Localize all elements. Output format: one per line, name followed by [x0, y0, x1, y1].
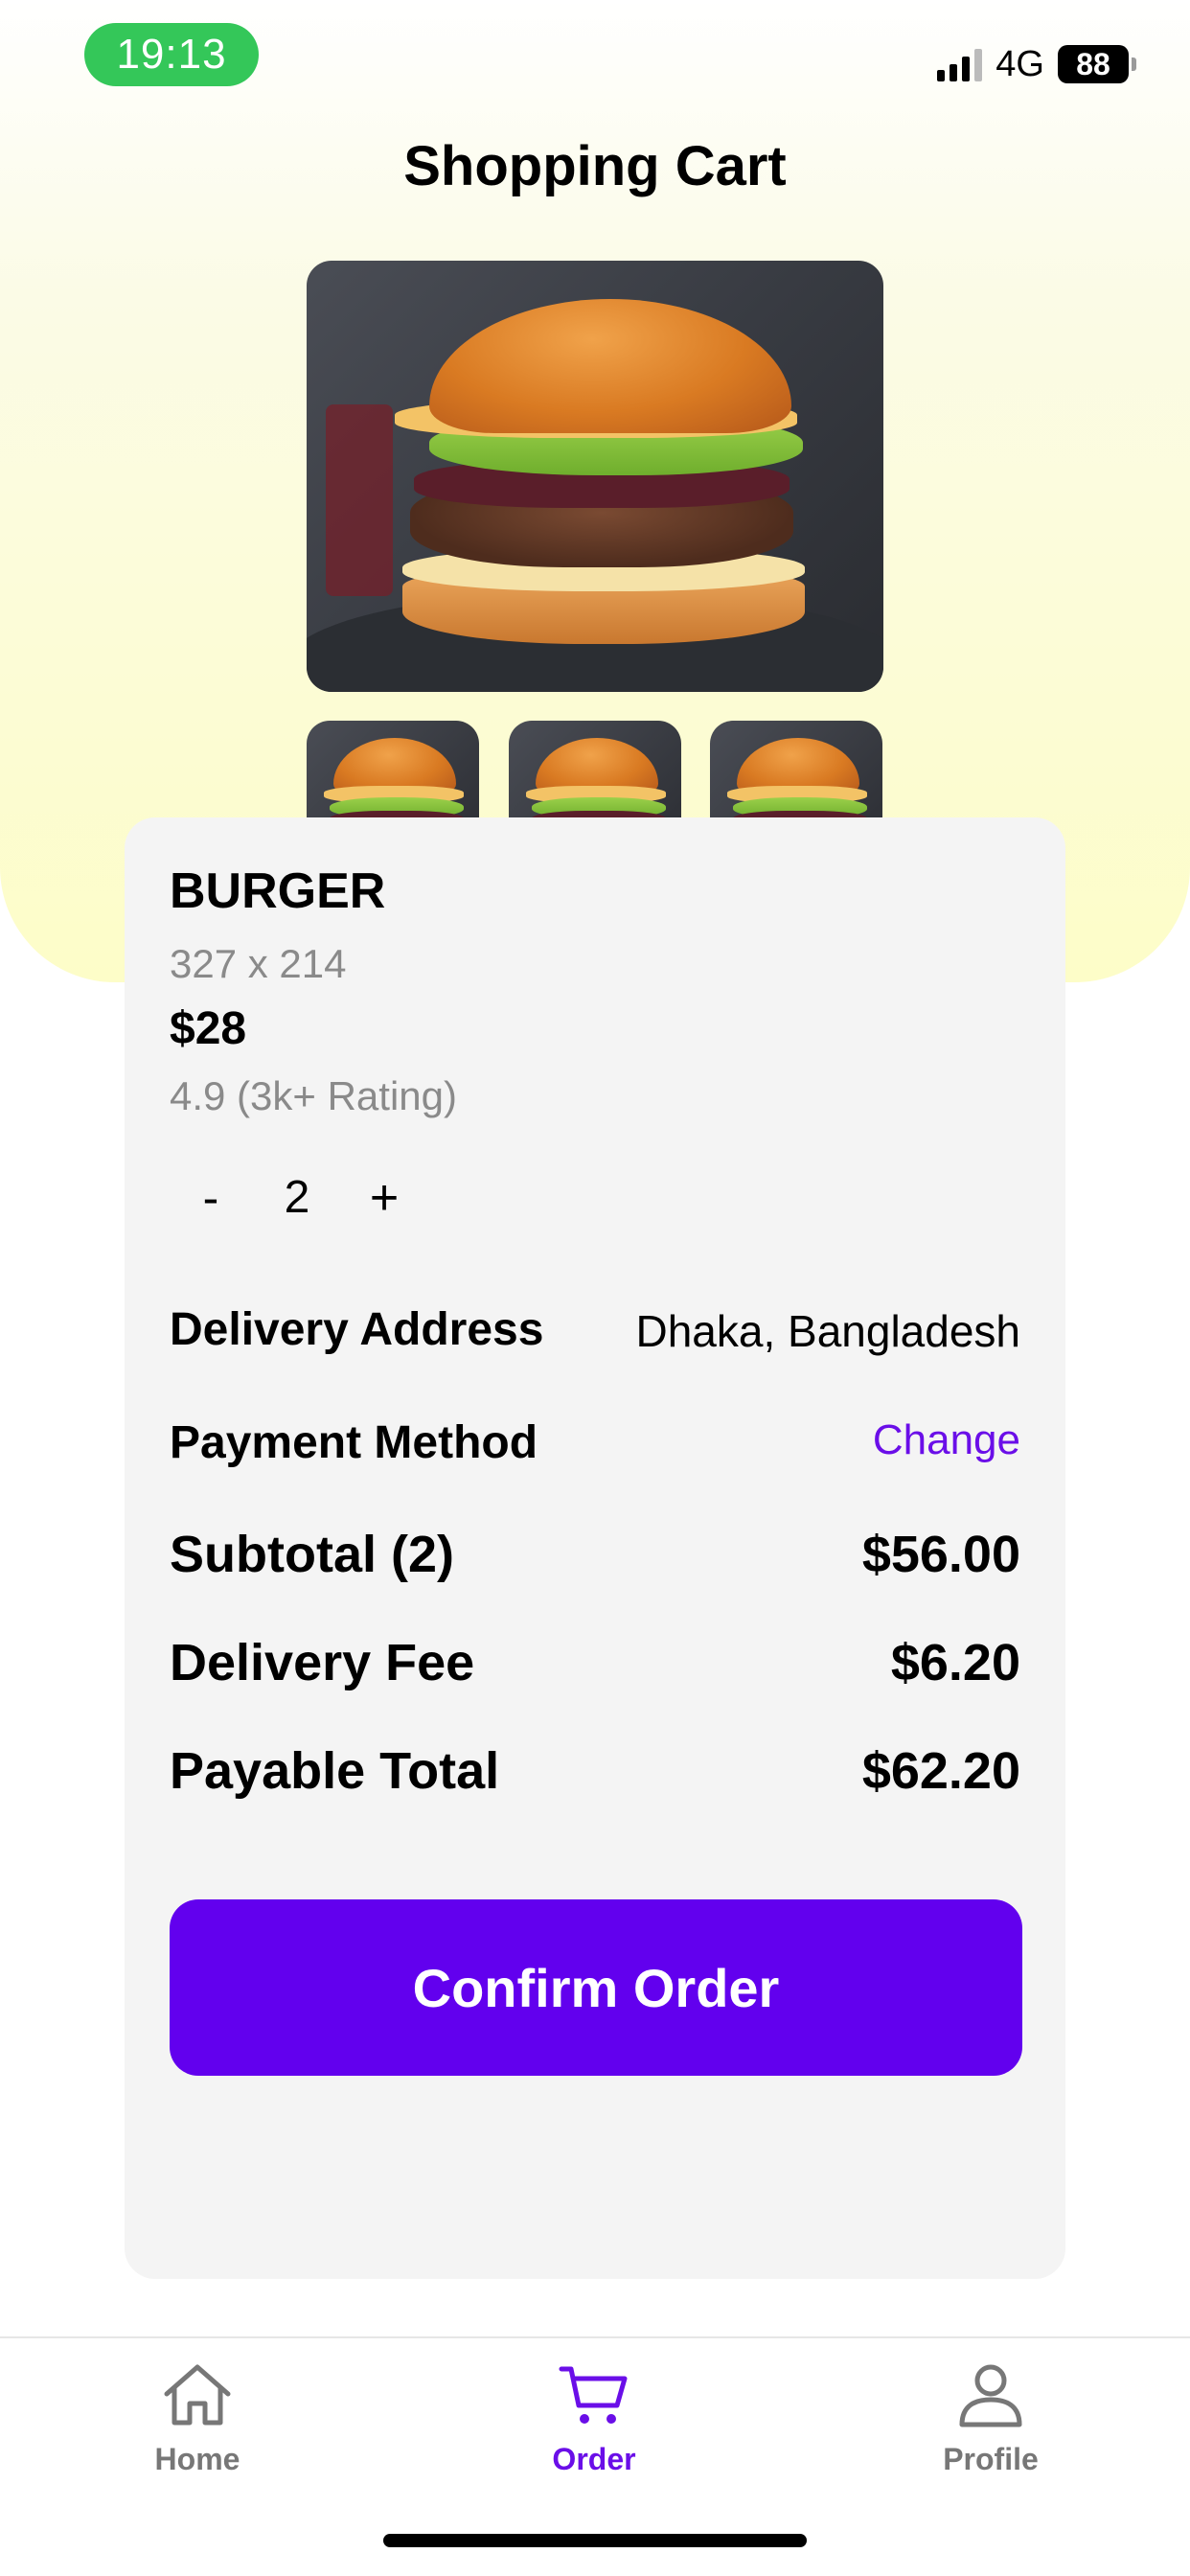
- signal-icon: [937, 47, 983, 81]
- page-title: Shopping Cart: [403, 135, 787, 197]
- product-name: BURGER: [170, 863, 386, 919]
- delivery-fee-value: $6.20: [890, 1634, 1020, 1691]
- confirm-order-button[interactable]: Confirm Order: [170, 1899, 1022, 2076]
- nav-label-order: Order: [552, 2442, 636, 2476]
- person-icon: [959, 2364, 1022, 2427]
- increase-quantity-button[interactable]: +: [362, 1169, 406, 1227]
- quantity-value: 2: [284, 1172, 310, 1223]
- payable-total-label: Payable Total: [170, 1742, 500, 1800]
- delivery-fee-label: Delivery Fee: [170, 1634, 475, 1691]
- home-icon: [164, 2364, 231, 2426]
- product-thumbnail[interactable]: [307, 721, 479, 826]
- product-price: $28: [170, 1003, 247, 1054]
- product-thumbnail[interactable]: [509, 721, 681, 826]
- cart-icon: [559, 2366, 628, 2424]
- home-indicator[interactable]: [383, 2534, 807, 2547]
- subtotal-label: Subtotal (2): [170, 1526, 454, 1583]
- delivery-address-value: Dhaka, Bangladesh: [635, 1306, 1020, 1356]
- payment-method-label: Payment Method: [170, 1417, 538, 1468]
- change-payment-link[interactable]: Change: [873, 1416, 1020, 1464]
- status-indicators: 4G 88: [937, 42, 1136, 86]
- status-time: 19:13: [84, 23, 259, 86]
- payable-total-value: $62.20: [861, 1742, 1020, 1800]
- nav-label-home: Home: [154, 2442, 240, 2476]
- nav-item-order[interactable]: Order: [498, 2361, 690, 2477]
- subtotal-value: $56.00: [861, 1526, 1020, 1583]
- decrease-quantity-button[interactable]: -: [192, 1169, 230, 1227]
- nav-label-profile: Profile: [943, 2442, 1039, 2476]
- network-type: 4G: [995, 43, 1044, 84]
- product-rating: 4.9 (3k+ Rating): [170, 1073, 457, 1118]
- product-image[interactable]: [307, 261, 883, 692]
- shopping-cart-screen: 19:13 4G 88 Shopping Cart BURGER 327 x 2…: [0, 0, 1190, 2576]
- nav-item-home[interactable]: Home: [102, 2361, 293, 2477]
- product-thumbnail[interactable]: [710, 721, 882, 826]
- battery-icon: 88: [1058, 45, 1136, 83]
- delivery-address-label: Delivery Address: [170, 1304, 544, 1355]
- nav-item-profile[interactable]: Profile: [895, 2361, 1087, 2477]
- product-dimensions: 327 x 214: [170, 941, 347, 986]
